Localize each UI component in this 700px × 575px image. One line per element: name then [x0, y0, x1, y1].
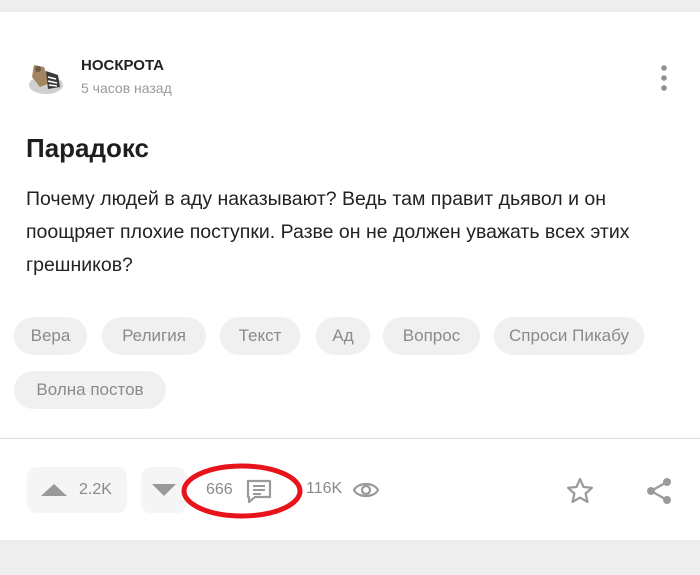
tag-item[interactable]: Ад	[316, 317, 370, 355]
rating-count: 2.2K	[79, 481, 112, 498]
tag-item[interactable]: Религия	[102, 317, 206, 355]
upvote-button[interactable]: 2.2K	[27, 467, 127, 513]
tag-item[interactable]: Вера	[14, 317, 87, 355]
eye-icon	[352, 482, 380, 498]
tag-item[interactable]: Спроси Пикабу	[494, 317, 644, 355]
author-name[interactable]: НОСКРОТА	[81, 57, 164, 74]
tag-item[interactable]: Текст	[220, 317, 300, 355]
comments-button[interactable]: 666	[192, 470, 292, 510]
tag-item[interactable]: Вопрос	[383, 317, 480, 355]
comments-count: 666	[206, 481, 233, 498]
arrow-up-icon	[41, 484, 67, 496]
post-text: Почему людей в аду наказывают? Ведь там …	[26, 188, 630, 276]
tag-item[interactable]: Волна постов	[14, 371, 166, 409]
author-avatar[interactable]	[26, 57, 66, 97]
post-card: НОСКРОТА 5 часов назад Парадокс Почему л…	[0, 12, 700, 540]
post-title[interactable]: Парадокс	[26, 133, 149, 164]
comment-icon	[246, 479, 272, 503]
footer-divider	[0, 438, 700, 439]
post-time: 5 часов назад	[81, 80, 172, 96]
arrow-down-icon	[152, 484, 176, 496]
star-icon[interactable]	[565, 476, 595, 506]
share-icon[interactable]	[645, 476, 675, 506]
views-count: 116K	[306, 480, 343, 497]
downvote-button[interactable]	[141, 467, 187, 513]
more-vertical-icon[interactable]	[652, 62, 676, 94]
